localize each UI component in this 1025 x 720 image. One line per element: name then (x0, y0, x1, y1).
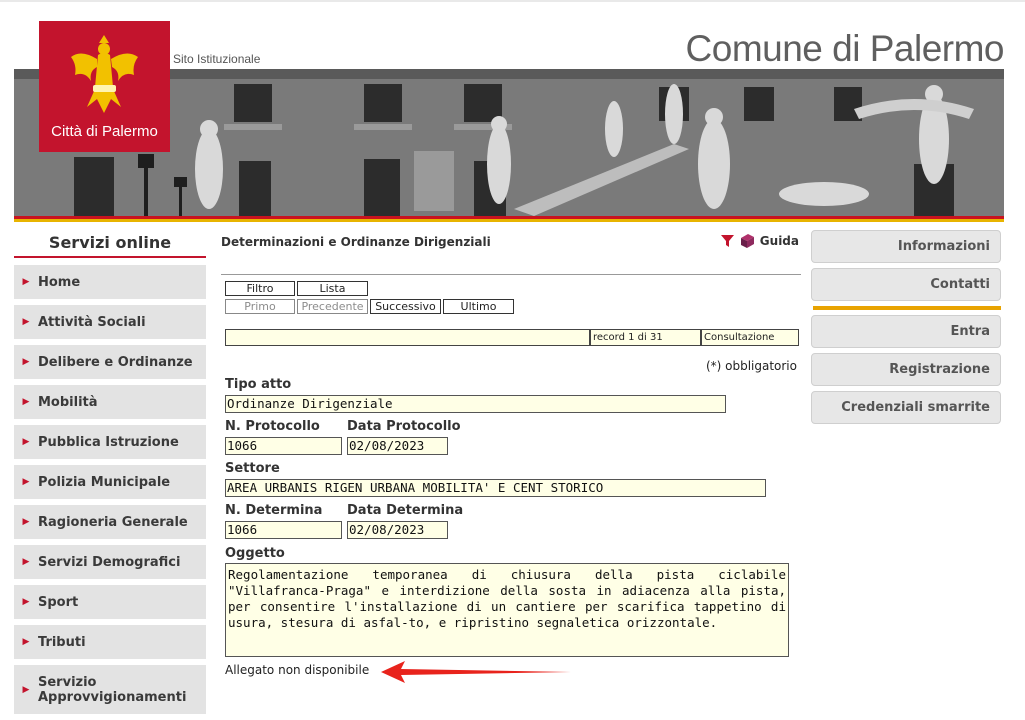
sidebar-item-mobilita[interactable]: ▶ Mobilità (14, 385, 206, 419)
n-protocollo-field[interactable]: 1066 (225, 437, 342, 455)
sidebar-item-ragioneria-generale[interactable]: ▶ Ragioneria Generale (14, 505, 206, 539)
bullet-icon: ▶ (22, 637, 30, 647)
data-protocollo-label: Data Protocollo (347, 419, 461, 434)
informazioni-button[interactable]: Informazioni (811, 230, 1001, 263)
sidebar-item-label: Home (38, 274, 81, 290)
sidebar-item-servizi-demografici[interactable]: ▶ Servizi Demografici (14, 545, 206, 579)
primo-button[interactable]: Primo (225, 299, 295, 314)
sidebar-item-label: Pubblica Istruzione (38, 434, 179, 450)
main-content: Determinazioni e Ordinanze Dirigenziali … (221, 230, 801, 710)
settore-field[interactable]: AREA URBANIS RIGEN URBANA MOBILITA' E CE… (225, 479, 766, 497)
filtro-button[interactable]: Filtro (225, 281, 295, 296)
sidebar-item-label: Servizi Demografici (38, 554, 181, 570)
sidebar-item-label: Sport (38, 594, 79, 610)
bullet-icon: ▶ (22, 684, 30, 695)
guida-link[interactable]: Guida (720, 234, 799, 248)
registrazione-button[interactable]: Registrazione (811, 353, 1001, 386)
record-status-bar: record 1 di 31 Consultazione (225, 329, 799, 346)
logo-text: Città di Palermo (51, 123, 158, 140)
data-determina-label: Data Determina (347, 503, 464, 518)
sidebar-item-label: Polizia Municipale (38, 474, 171, 490)
ultimo-button[interactable]: Ultimo (443, 299, 514, 314)
sidebar-item-attivita-sociali[interactable]: ▶ Attività Sociali (14, 305, 206, 339)
tipo-atto-label: Tipo atto (225, 377, 292, 392)
sidebar-item-home[interactable]: ▶ Home (14, 265, 206, 299)
settore-label: Settore (225, 461, 280, 476)
bullet-icon: ▶ (22, 557, 30, 567)
sidebar-item-label: Attività Sociali (38, 314, 146, 330)
bullet-icon: ▶ (22, 477, 30, 487)
sidebar-item-label: Mobilità (38, 394, 98, 410)
bullet-icon: ▶ (22, 357, 30, 367)
sidebar-item-polizia-municipale[interactable]: ▶ Polizia Municipale (14, 465, 206, 499)
sidebar-item-label: Servizio Approvvigionamenti (38, 674, 187, 705)
n-protocollo-label: N. Protocollo (225, 419, 320, 434)
required-note: (*) obbligatorio (705, 359, 797, 373)
sidebar-item-delibere[interactable]: ▶ Delibere e Ordinanze (14, 345, 206, 379)
mode-indicator: Consultazione (701, 329, 799, 346)
sidebar-item-label: Delibere e Ordinanze (38, 354, 193, 370)
city-logo[interactable]: Città di Palermo (39, 21, 170, 152)
credenziali-smarrite-button[interactable]: Credenziali smarrite (811, 391, 1001, 424)
arrow-annotation (381, 661, 571, 683)
sidebar-item-tributi[interactable]: ▶ Tributi (14, 625, 206, 659)
bullet-icon: ▶ (22, 437, 30, 447)
bullet-icon: ▶ (22, 317, 30, 327)
sidebar-item-pubblica-istruzione[interactable]: ▶ Pubblica Istruzione (14, 425, 206, 459)
bullet-icon: ▶ (22, 277, 30, 287)
oggetto-label: Oggetto (225, 546, 285, 561)
sidebar-item-servizio-approvvigionamenti[interactable]: ▶ Servizio Approvvigionamenti (14, 665, 206, 714)
oggetto-textarea[interactable]: Regolamentazione temporanea di chiusura … (225, 563, 789, 657)
n-determina-label: N. Determina (225, 503, 323, 518)
data-protocollo-field[interactable]: 02/08/2023 (347, 437, 448, 455)
bullet-icon: ▶ (22, 597, 30, 607)
lista-button[interactable]: Lista (297, 281, 368, 296)
tipo-atto-field[interactable]: Ordinanze Dirigenziale (225, 395, 726, 413)
site-label: Sito Istituzionale (173, 52, 261, 66)
header-stripe (14, 216, 1004, 222)
site-header: Città di Palermo Sito Istituzionale Comu… (14, 0, 1005, 222)
status-message (225, 329, 590, 346)
bullet-icon: ▶ (22, 517, 30, 527)
services-sidebar: Servizi online (14, 230, 206, 258)
guide-book-icon[interactable] (739, 234, 755, 248)
page-title: Determinazioni e Ordinanze Dirigenziali (221, 235, 491, 249)
precedente-button[interactable]: Precedente (297, 299, 368, 314)
entra-button[interactable]: Entra (811, 315, 1001, 348)
successivo-button[interactable]: Successivo (370, 299, 441, 314)
sidebar-title: Servizi online (14, 230, 206, 258)
sidebar-item-sport[interactable]: ▶ Sport (14, 585, 206, 619)
right-menu-separator (813, 306, 1001, 310)
title-divider (221, 274, 801, 275)
filter-icon[interactable] (720, 235, 734, 247)
sidebar-item-label: Ragioneria Generale (38, 514, 188, 530)
bullet-icon: ▶ (22, 397, 30, 407)
site-title[interactable]: Comune di Palermo (686, 28, 1005, 70)
contatti-button[interactable]: Contatti (811, 268, 1001, 301)
sidebar-item-label: Tributi (38, 634, 86, 650)
eagle-crest-icon (71, 35, 138, 113)
data-determina-field[interactable]: 02/08/2023 (347, 521, 448, 539)
attachment-note: Allegato non disponibile (225, 663, 370, 677)
n-determina-field[interactable]: 1066 (225, 521, 342, 539)
guida-label[interactable]: Guida (760, 234, 799, 248)
record-counter: record 1 di 31 (590, 329, 701, 346)
